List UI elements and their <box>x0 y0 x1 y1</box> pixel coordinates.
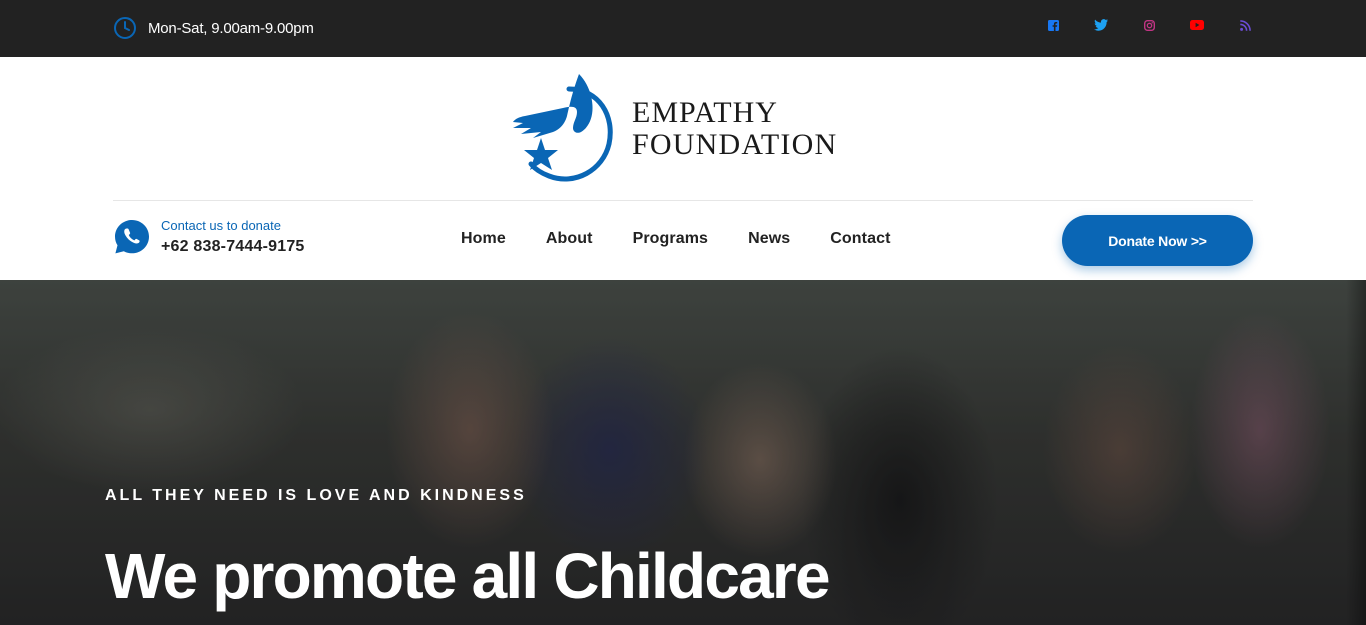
twitter-icon[interactable] <box>1094 18 1108 32</box>
nav-about[interactable]: About <box>546 230 593 248</box>
social-links <box>1046 18 1252 32</box>
nav-programs[interactable]: Programs <box>633 230 709 248</box>
facebook-icon[interactable] <box>1046 18 1060 32</box>
header-divider <box>113 200 1253 201</box>
foundation-logo-icon <box>513 74 613 182</box>
hero-tagline: ALL THEY NEED IS LOVE AND KINDNESS <box>105 487 527 504</box>
youtube-icon[interactable] <box>1190 18 1204 32</box>
site-logo[interactable]: EMPATHY FOUNDATION <box>511 72 851 184</box>
nav-news[interactable]: News <box>748 230 790 248</box>
donation-contact: Contact us to donate +62 838-7444-9175 <box>113 218 305 256</box>
opening-hours-text: Mon-Sat, 9.00am-9.00pm <box>148 19 314 37</box>
donate-now-button[interactable]: Donate Now >> <box>1062 215 1253 266</box>
brand-name-line1: EMPATHY <box>632 96 778 129</box>
nav-contact[interactable]: Contact <box>830 230 890 248</box>
top-bar: Mon-Sat, 9.00am-9.00pm <box>0 0 1366 57</box>
contact-label: Contact us to donate <box>161 218 281 233</box>
opening-hours: Mon-Sat, 9.00am-9.00pm <box>113 16 314 40</box>
hero-headline: We promote all Childcare <box>105 540 831 612</box>
nav-home[interactable]: Home <box>461 230 506 248</box>
hero-banner: ALL THEY NEED IS LOVE AND KINDNESS We pr… <box>0 280 1366 625</box>
main-nav: Home About Programs News Contact <box>461 230 891 248</box>
contact-phone[interactable]: +62 838-7444-9175 <box>161 238 305 256</box>
rss-icon[interactable] <box>1238 18 1252 32</box>
brand-name-line2: FOUNDATION <box>632 128 838 161</box>
instagram-icon[interactable] <box>1142 18 1156 32</box>
whatsapp-icon[interactable] <box>113 218 151 256</box>
hero-edge-shadow <box>1346 280 1366 625</box>
clock-icon <box>114 17 136 39</box>
